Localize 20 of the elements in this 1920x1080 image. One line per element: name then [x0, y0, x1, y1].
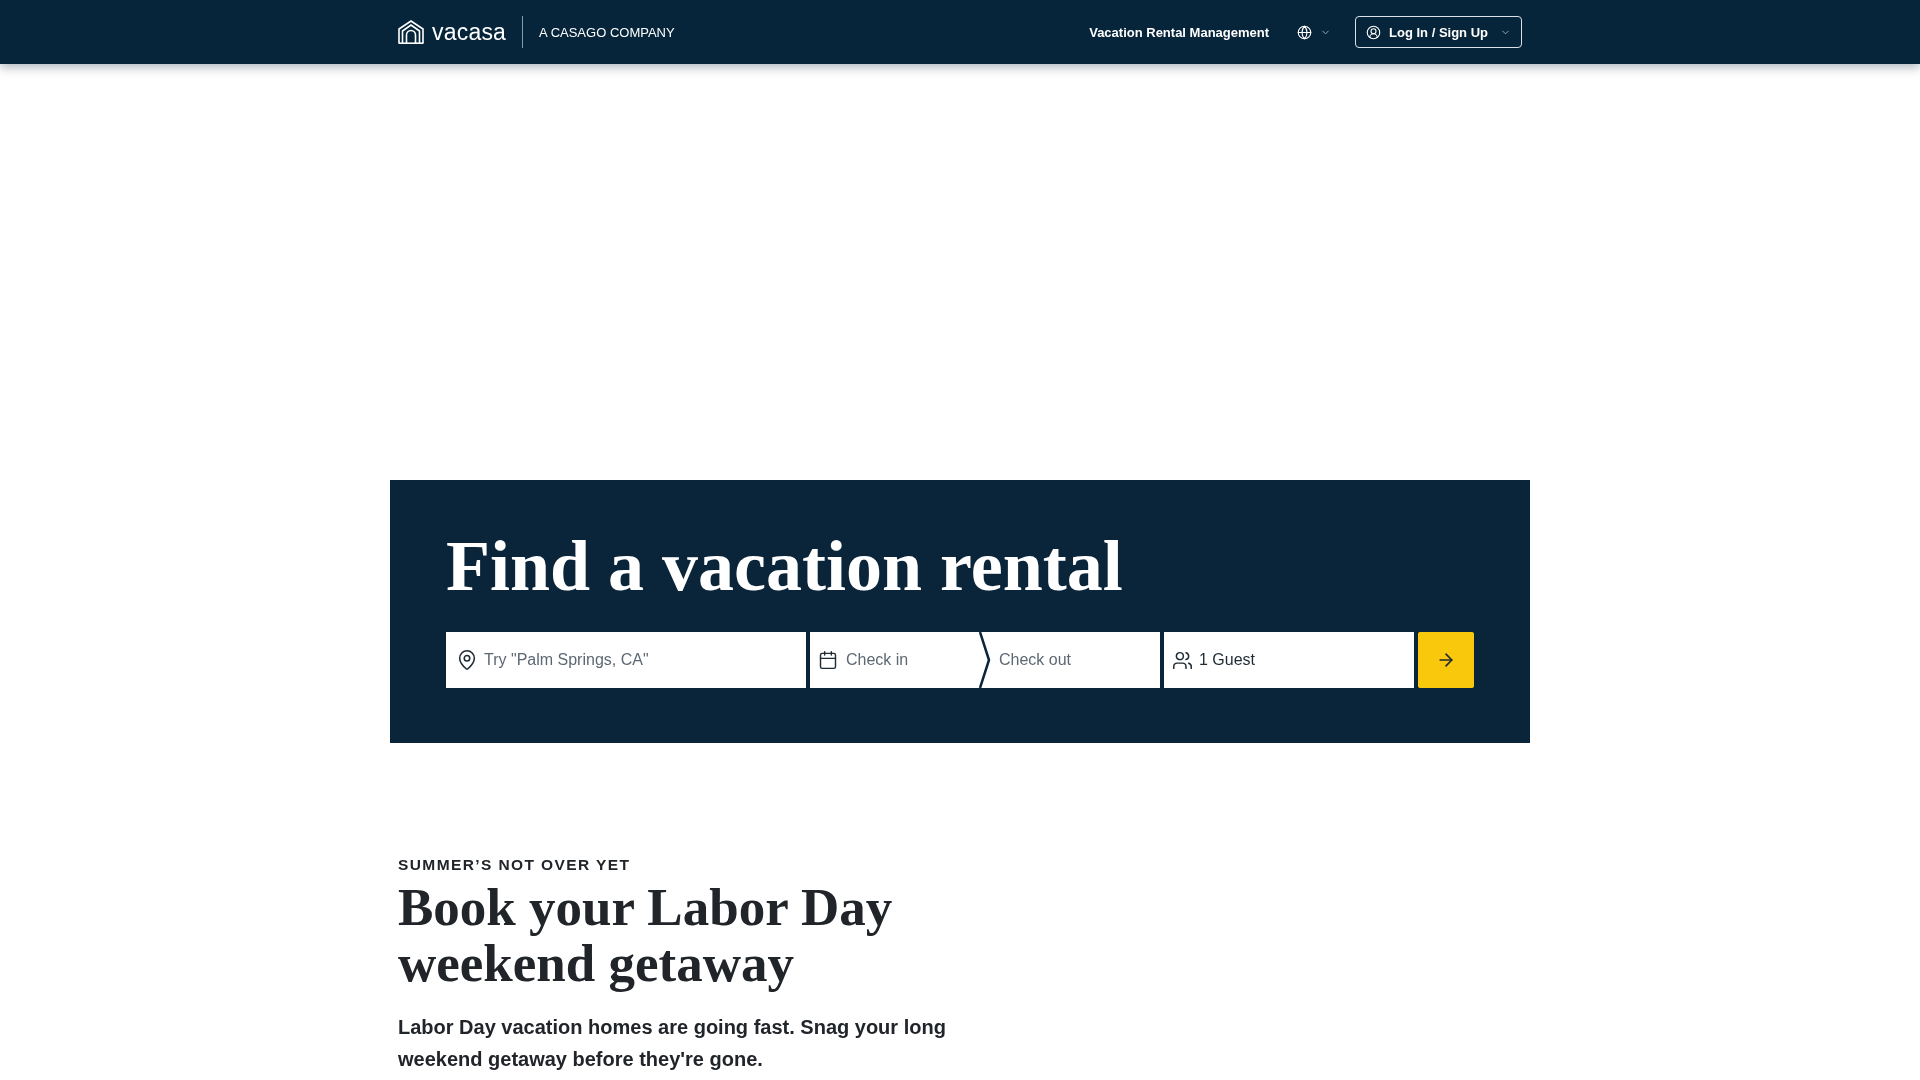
- logo-wordmark: vacasa: [432, 18, 507, 46]
- logo-tagline: A CASAGO COMPANY: [539, 24, 675, 40]
- check-out-field[interactable]: Check out: [991, 632, 1160, 688]
- check-in-field[interactable]: Check in: [810, 632, 979, 688]
- chevron-divider: [979, 632, 991, 688]
- house-logo-icon: [398, 20, 424, 44]
- login-button[interactable]: Log In / Sign Up: [1355, 16, 1522, 48]
- promo-text: Labor Day vacation homes are going fast. Snag your long weekend getaway before they're gone.: [398, 1015, 947, 1072]
- map-pin-icon: [456, 649, 478, 671]
- user-icon: [1366, 24, 1382, 40]
- promo-heading: Book your Labor Day weekend getaway: [398, 879, 894, 991]
- calendar-icon: [818, 650, 838, 670]
- people-icon: [1172, 649, 1193, 671]
- search-title: Find a vacation rental: [446, 525, 1123, 608]
- globe-icon: [1297, 24, 1313, 40]
- guests-field[interactable]: 1 Guest: [1164, 632, 1414, 688]
- nav-link[interactable]: Vacation Rental Management: [1089, 24, 1270, 40]
- date-range-field[interactable]: Check in Check out: [810, 632, 1160, 688]
- promo-eyebrow: SUMMER’S NOT OVER YET: [398, 855, 631, 875]
- location-field[interactable]: Try "Palm Springs, CA": [446, 632, 806, 688]
